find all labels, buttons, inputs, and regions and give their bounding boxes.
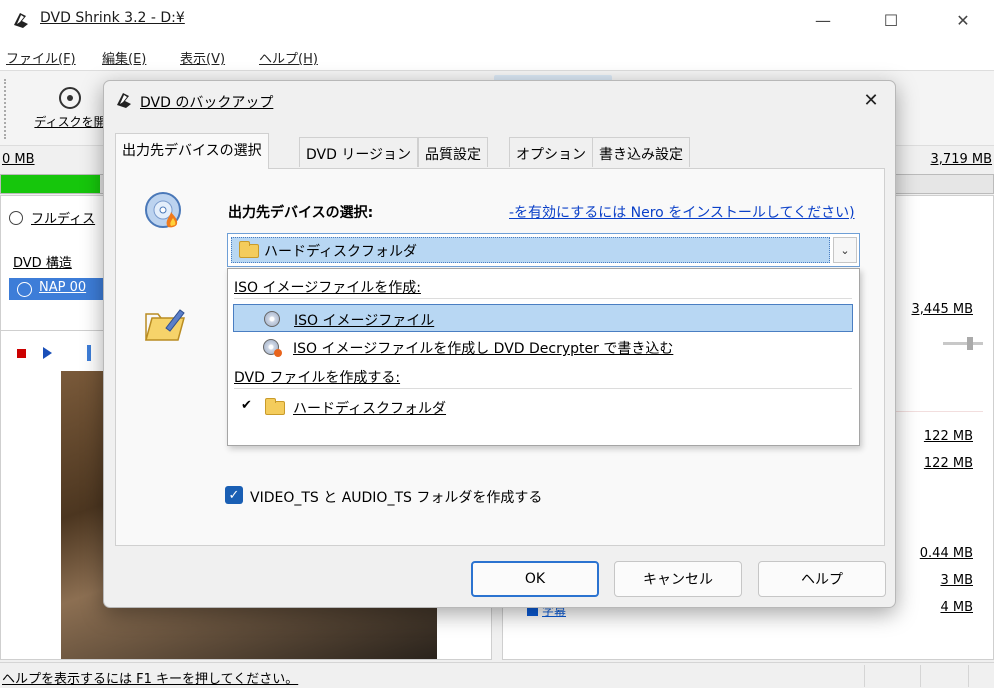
disc-burn-icon: [145, 192, 181, 228]
output-device-dropdown: ISO イメージファイルを作成: ISO イメージファイル ISO イメージファ…: [227, 268, 860, 446]
dialog-close-button[interactable]: ✕: [853, 85, 889, 115]
dropdown-item-label: ISO イメージファイル: [294, 313, 435, 329]
create-folders-checkbox[interactable]: ✓: [225, 486, 243, 504]
menu-edit[interactable]: 編集(E): [102, 48, 146, 67]
ok-button[interactable]: OK: [471, 561, 599, 597]
section-title: 出力先デバイスの選択:: [228, 205, 374, 221]
create-folders-label: VIDEO_TS と AUDIO_TS フォルダを作成する: [250, 490, 543, 506]
close-window-button[interactable]: ✕: [940, 0, 986, 40]
disc-icon: [59, 87, 81, 109]
check-icon: ✔: [241, 398, 252, 413]
menu-file[interactable]: ファイル(F): [6, 48, 76, 67]
stop-icon[interactable]: [17, 349, 26, 358]
dropdown-item-label: ISO イメージファイルを作成し DVD Decrypter で書き込む: [293, 341, 674, 357]
menu-help[interactable]: ヘルプ(H): [259, 48, 318, 67]
full-disc-item[interactable]: フルディス: [9, 208, 95, 227]
tab-burn-settings[interactable]: 書き込み設定: [592, 137, 690, 167]
dvd-shrink-app-icon: [117, 93, 131, 108]
title-bar: DVD Shrink 3.2 - D:¥ — ☐ ✕: [0, 0, 994, 40]
status-divider: [864, 665, 865, 687]
combo-value-text: ハードディスクフォルダ: [264, 244, 418, 260]
status-bar: ヘルプを表示するには F1 キーを押してください。: [0, 662, 994, 688]
size-value: 122 MB: [923, 429, 973, 444]
disc-icon: [264, 311, 280, 327]
size-value: 3,445 MB: [911, 302, 973, 317]
size-value: 4 MB: [940, 600, 973, 615]
minimize-button[interactable]: —: [800, 0, 846, 40]
folder-icon: [265, 398, 285, 415]
compression-slider[interactable]: [943, 337, 983, 350]
size-value: 3 MB: [940, 573, 973, 588]
dropdown-group-dvd-files: DVD ファイルを作成する:: [234, 370, 401, 386]
folder-pen-icon: [145, 309, 185, 341]
dropdown-item-iso-burn[interactable]: ISO イメージファイルを作成し DVD Decrypter で書き込む: [233, 333, 853, 361]
tab-options[interactable]: オプション: [509, 137, 593, 167]
size-value: 0.44 MB: [919, 546, 973, 561]
tab-dvd-region[interactable]: DVD リージョン: [299, 137, 419, 167]
size-used: 0 MB: [2, 152, 35, 167]
menu-bar: ファイル(F) 編集(E) 表示(V) ヘルプ(H): [0, 40, 994, 70]
size-value: 122 MB: [923, 456, 973, 471]
size-progress-fill: [1, 175, 101, 193]
nero-install-link[interactable]: -を有効にするには Nero をインストールしてください): [509, 202, 855, 222]
dropdown-divider: [234, 388, 852, 389]
full-disc-label: フルディス: [31, 212, 96, 227]
maximize-button[interactable]: ☐: [868, 0, 914, 40]
cancel-button[interactable]: キャンセル: [614, 561, 742, 597]
disc-burn-icon: [263, 339, 282, 357]
tab-quality[interactable]: 品質設定: [418, 137, 488, 167]
dialog-title: DVD のバックアップ: [140, 95, 274, 111]
combo-selected-value: ハードディスクフォルダ: [231, 237, 830, 263]
dropdown-group-iso: ISO イメージファイルを作成:: [234, 280, 421, 296]
tab-output-device[interactable]: 出力先デバイスの選択: [115, 133, 269, 169]
dropdown-item-label: ハードディスクフォルダ: [293, 401, 447, 417]
status-divider: [920, 665, 921, 687]
status-text: ヘルプを表示するには F1 キーを押してください。: [2, 672, 299, 687]
folder-icon: [239, 241, 259, 258]
dropdown-item-hard-disk-folder[interactable]: ✔ ハードディスクフォルダ: [233, 393, 853, 421]
status-divider: [968, 665, 969, 687]
dropdown-divider: [234, 298, 852, 299]
disc-icon: [9, 211, 23, 225]
toolbar-grip[interactable]: [4, 79, 6, 139]
dvd-shrink-app-icon: [14, 13, 28, 28]
output-device-select[interactable]: ハードディスクフォルダ ⌄: [227, 233, 860, 267]
seek-slider-handle[interactable]: [87, 345, 91, 361]
chevron-down-icon[interactable]: ⌄: [833, 237, 857, 263]
size-total: 3,719 MB: [930, 152, 992, 167]
backup-dialog: DVD のバックアップ ✕ 出力先デバイスの選択 DVD リージョン 品質設定 …: [103, 80, 896, 608]
dvd-structure-header: DVD 構造: [13, 256, 72, 271]
window-title: DVD Shrink 3.2 - D:¥: [40, 10, 185, 26]
menu-view[interactable]: 表示(V): [180, 48, 225, 67]
dropdown-item-iso-image[interactable]: ISO イメージファイル: [233, 304, 853, 332]
help-button[interactable]: ヘルプ: [758, 561, 886, 597]
play-icon[interactable]: [43, 347, 52, 359]
